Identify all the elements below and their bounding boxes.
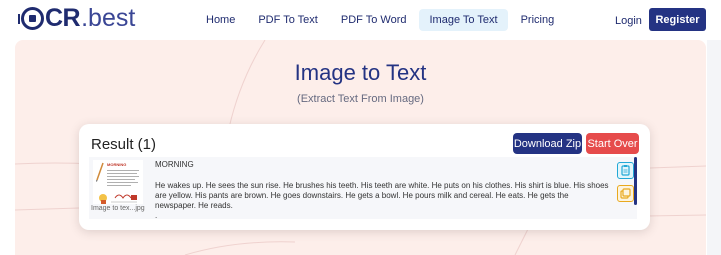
text-scrollbar[interactable] bbox=[634, 157, 637, 205]
extracted-text-heading: MORNING bbox=[155, 160, 194, 169]
thumbnail-text-line bbox=[107, 176, 139, 177]
start-over-button[interactable]: Start Over bbox=[586, 133, 639, 154]
logo-o-icon bbox=[18, 6, 44, 30]
logo-text-bold: CR bbox=[45, 3, 81, 32]
nav-pdf-to-text[interactable]: PDF To Text bbox=[248, 9, 328, 31]
duplicate-button[interactable] bbox=[617, 185, 634, 202]
copy-text-button[interactable] bbox=[617, 162, 634, 179]
download-zip-button[interactable]: Download Zip bbox=[513, 133, 582, 154]
page-title: Image to Text bbox=[294, 60, 427, 85]
ocr-best-logo[interactable]: CR .best bbox=[18, 3, 136, 32]
nav-home[interactable]: Home bbox=[196, 9, 245, 31]
login-link[interactable]: Login bbox=[615, 15, 642, 27]
thumbnail-filename: Image to tex...jpg bbox=[91, 205, 145, 212]
result-heading: Result (1) bbox=[91, 136, 157, 153]
thumbnail-text-line bbox=[107, 170, 139, 171]
top-navbar: CR .best Home PDF To Text PDF To Word Im… bbox=[0, 0, 721, 40]
extracted-text-area[interactable]: MORNING He wakes up. He sees the sun ris… bbox=[155, 160, 610, 218]
nav-pdf-to-word[interactable]: PDF To Word bbox=[331, 9, 417, 31]
thumbnail-pencil-icon bbox=[96, 162, 104, 182]
page-subtitle: (Extract Text From Image) bbox=[297, 93, 424, 105]
extracted-text-more: . bbox=[155, 211, 158, 218]
nav-pricing[interactable]: Pricing bbox=[511, 9, 565, 31]
main-menu: Home PDF To Text PDF To Word Image To Te… bbox=[196, 9, 567, 31]
nav-image-to-text[interactable]: Image To Text bbox=[419, 9, 508, 31]
thumbnail-illustration-icon bbox=[99, 194, 137, 204]
thumbnail-text-line bbox=[107, 173, 137, 174]
duplicate-icon bbox=[620, 188, 631, 199]
thumbnail-text-line bbox=[107, 182, 138, 183]
copy-icon bbox=[621, 165, 630, 176]
result-row: MORNING Image to tex...jpg MORNING He wa… bbox=[89, 157, 637, 219]
thumbnail-text-line bbox=[107, 179, 135, 180]
thumbnail-heading: MORNING bbox=[107, 162, 127, 167]
image-thumbnail[interactable]: MORNING bbox=[93, 160, 143, 204]
logo-text-light: .best bbox=[81, 3, 136, 32]
thumbnail-text-line bbox=[107, 185, 131, 186]
extracted-text-body: He wakes up. He sees the sun rise. He br… bbox=[155, 181, 609, 210]
result-card: Result (1) Download Zip Start Over MORNI… bbox=[79, 124, 650, 230]
register-button[interactable]: Register bbox=[649, 8, 706, 31]
